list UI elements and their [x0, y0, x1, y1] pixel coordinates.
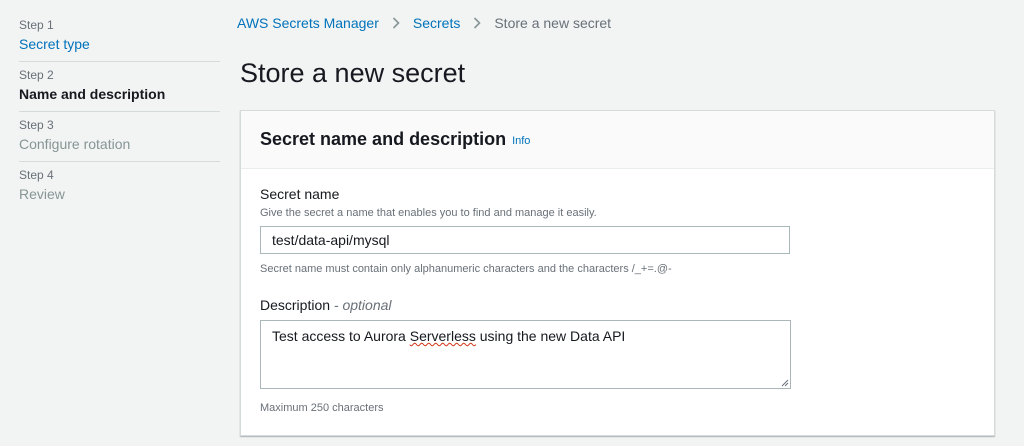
wizard-steps: Step 1 Secret type Step 2 Name and descr… [19, 12, 220, 211]
step-link-secret-type[interactable]: Secret type [19, 34, 220, 54]
step-number: Step 4 [19, 168, 54, 182]
step-title-disabled: Review [19, 186, 65, 202]
step-number: Step 3 [19, 118, 54, 132]
breadcrumb: AWS Secrets Manager Secrets Store a new … [237, 15, 611, 31]
description-constraint: Maximum 250 characters [260, 402, 384, 414]
step-number: Step 2 [19, 68, 54, 82]
description-text: using the new Data API [475, 328, 626, 344]
step-secret-type[interactable]: Step 1 Secret type [19, 12, 220, 62]
step-title-disabled: Configure rotation [19, 136, 131, 152]
secret-name-input[interactable]: test/data-api/mysql [260, 226, 790, 254]
description-label: Description - optional [260, 297, 392, 313]
panel-header: Secret name and description Info [241, 111, 994, 169]
breadcrumb-link-service[interactable]: AWS Secrets Manager [237, 15, 379, 31]
panel-title: Secret name and description [260, 129, 507, 149]
secret-name-panel: Secret name and description Info Secret … [240, 110, 995, 436]
chevron-right-icon [392, 17, 400, 29]
step-number: Step 1 [19, 18, 54, 32]
description-label-text: Description [260, 297, 331, 313]
step-name-description: Step 2 Name and description [19, 62, 220, 112]
description-textarea[interactable]: Test access to Aurora Serverless using t… [260, 320, 791, 389]
optional-tag: - optional [333, 297, 392, 313]
secret-name-description: Give the secret a name that enables you … [260, 207, 597, 219]
step-review: Step 4 Review [19, 162, 220, 211]
chevron-right-icon [473, 17, 481, 29]
breadcrumb-current: Store a new secret [494, 15, 612, 31]
info-link[interactable]: Info [512, 135, 530, 147]
breadcrumb-link-secrets[interactable]: Secrets [413, 15, 460, 31]
step-configure-rotation: Step 3 Configure rotation [19, 112, 220, 162]
description-text: Test access to Aurora [272, 328, 410, 344]
step-title-current: Name and description [19, 86, 166, 102]
secret-name-constraint: Secret name must contain only alphanumer… [260, 263, 672, 275]
spellcheck-flagged-word: Serverless [409, 328, 476, 344]
secret-name-label: Secret name [260, 186, 340, 202]
page-title: Store a new secret [240, 58, 466, 88]
resize-handle-icon[interactable] [780, 378, 789, 387]
